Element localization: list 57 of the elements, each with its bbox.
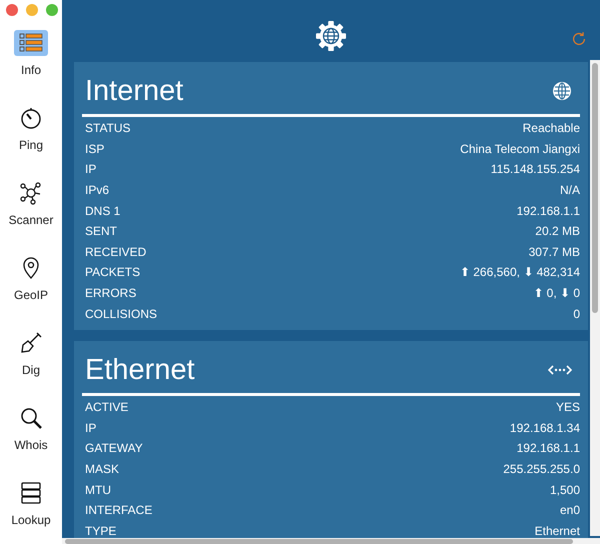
row-label: DNS 1 — [85, 204, 120, 218]
row-value: China Telecom Jiangxi — [460, 142, 580, 156]
row-label: COLLISIONS — [85, 306, 158, 321]
row-value: Ethernet — [534, 524, 580, 538]
row-value: 192.168.1.1 — [516, 204, 580, 218]
row-value: ⬆ 0, ⬇ 0 — [533, 286, 580, 300]
row-value: 20.2 MB — [535, 224, 580, 238]
sidebar-item[interactable]: Info — [1, 30, 61, 91]
row-value: ⬆ 266,560, ⬇ 482,314 — [460, 265, 580, 280]
row-value: 255.255.255.0 — [503, 462, 580, 476]
row-label: TYPE — [85, 524, 116, 538]
row-label: STATUS — [85, 121, 131, 136]
shovel-icon — [19, 331, 43, 355]
row-value: 1,500 — [550, 482, 580, 497]
row-label: PACKETS — [85, 265, 140, 280]
sidebar-item[interactable]: Lookup — [1, 480, 61, 541]
section-title: Internet — [85, 74, 184, 108]
row-label: ERRORS — [85, 286, 136, 300]
row-value: 307.7 MB — [528, 244, 580, 259]
row-value: 115.148.155.254 — [490, 162, 580, 176]
sidebar-item[interactable]: Ping — [1, 105, 61, 166]
refresh-button[interactable] — [570, 30, 588, 48]
vertical-scrollbar[interactable] — [590, 60, 600, 536]
row-value: Reachable — [522, 121, 580, 136]
row-value: N/A — [560, 183, 580, 198]
row-value: en0 — [560, 503, 580, 518]
row-value: YES — [556, 400, 580, 414]
horizontal-scrollbar[interactable] — [62, 538, 600, 544]
row-label: GATEWAY — [85, 441, 143, 456]
sidebar-item[interactable]: GeoIP — [1, 255, 61, 316]
row-label: INTERFACE — [85, 503, 152, 518]
globe-icon — [552, 81, 572, 101]
zoom-button[interactable] — [46, 4, 58, 16]
row-value: 0 — [573, 306, 580, 321]
row-label: IPv6 — [85, 183, 110, 198]
row-label: IP — [85, 420, 96, 435]
row-label: ISP — [85, 142, 104, 156]
sidebar-item[interactable]: Scanner — [1, 180, 61, 241]
close-button[interactable] — [6, 4, 18, 16]
row-value: 192.168.1.34 — [510, 420, 580, 435]
server-icon — [19, 481, 43, 505]
row-label: MASK — [85, 462, 120, 476]
sidebar-item[interactable]: Dig — [1, 330, 61, 391]
row-label: IP — [85, 162, 96, 176]
row-label: SENT — [85, 224, 118, 238]
network-icon — [19, 181, 43, 205]
row-label: ACTIVE — [85, 400, 128, 414]
stopwatch-icon — [19, 106, 43, 130]
search-icon — [19, 406, 43, 430]
section-title: Ethernet — [85, 352, 195, 387]
ethernet-icon — [548, 364, 572, 376]
gear-globe-icon — [316, 21, 346, 51]
minimize-button[interactable] — [26, 4, 38, 16]
row-label: MTU — [85, 482, 111, 497]
sidebar-item[interactable]: Whois — [1, 405, 61, 466]
row-label: RECEIVED — [85, 244, 146, 259]
row-value: 192.168.1.1 — [516, 441, 580, 456]
